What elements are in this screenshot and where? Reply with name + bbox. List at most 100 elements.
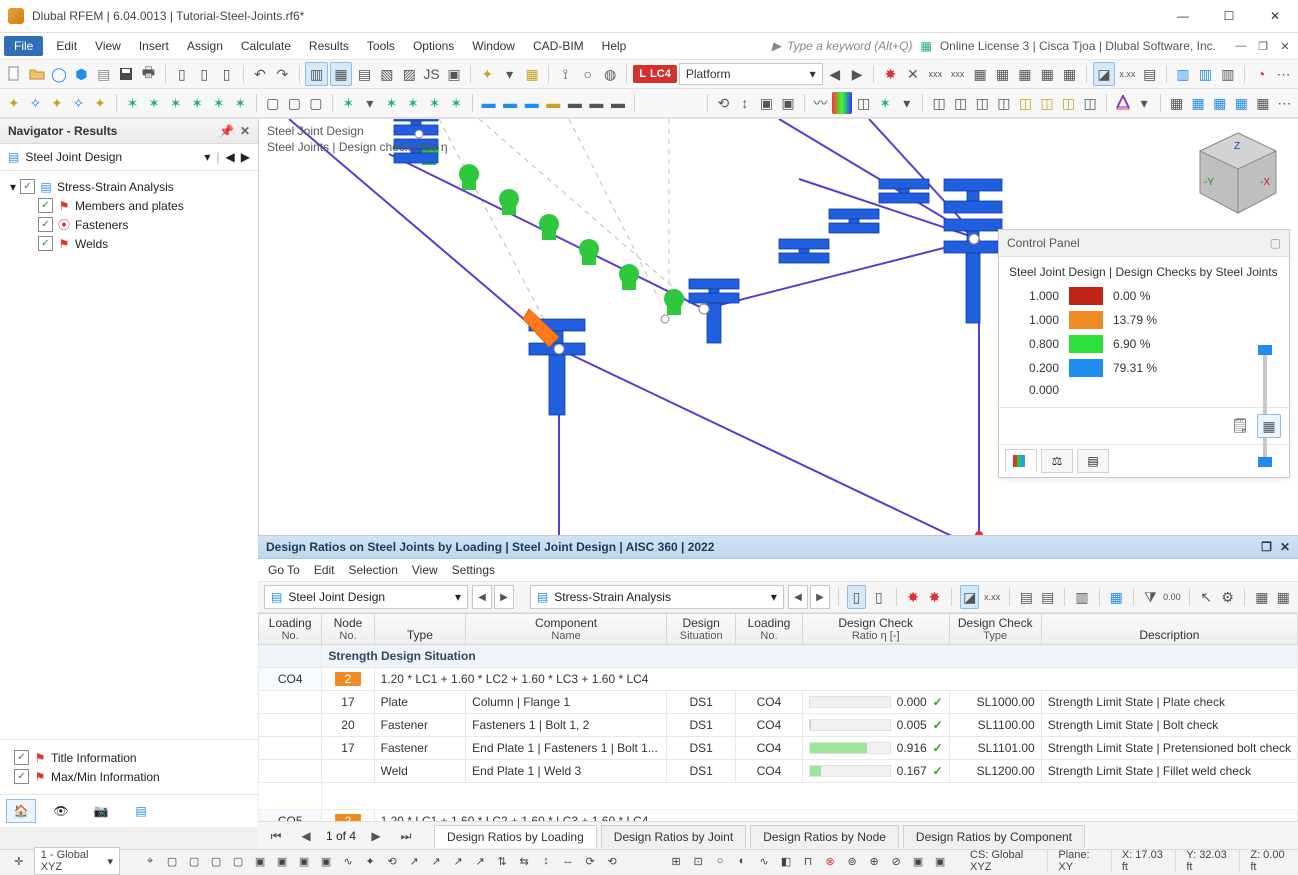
r24-icon[interactable]: ▦ [1253,92,1273,114]
g1-icon[interactable]: ✶ [339,92,359,114]
undo-icon[interactable]: ↶ [250,63,270,85]
g4-icon[interactable]: ✶ [403,92,423,114]
nav-prev-icon[interactable]: ◀ [226,150,235,164]
sb-i11-icon[interactable]: ✦ [360,852,380,870]
r15-icon[interactable]: ◫ [1037,92,1057,114]
chk-members[interactable] [38,198,53,213]
sb-i21-icon[interactable]: ⟲ [602,852,622,870]
s10-icon[interactable]: ✶ [209,92,229,114]
r2-icon[interactable]: ↕ [735,92,755,114]
sq3-icon[interactable]: ▢ [306,92,326,114]
nav-next-icon[interactable]: ▶ [241,150,250,164]
r20-icon[interactable]: ▦ [1167,92,1187,114]
s7-icon[interactable]: ✶ [144,92,164,114]
b2-icon[interactable]: ▬ [500,92,520,114]
menu-calculate[interactable]: Calculate [232,35,300,57]
tree-root[interactable]: ▾ ▤ Stress-Strain Analysis [4,177,254,196]
s6-icon[interactable]: ✶ [123,92,143,114]
lc-next-icon[interactable]: ▶ [847,63,867,85]
rm-set[interactable]: Settings [452,563,495,577]
sb-snap12-icon[interactable]: ▣ [908,852,928,870]
sb-i3-icon[interactable]: ▢ [184,852,204,870]
cloud-icon[interactable]: ◯ [49,63,69,85]
dd1-next-icon[interactable]: ▶ [494,585,514,609]
table-row[interactable]: 20 Fastener Fasteners 1 | Bolt 1, 2 DS1 … [259,714,1298,737]
chk-maxmin[interactable] [14,769,29,784]
new-file-icon[interactable] [4,63,24,85]
r8-icon[interactable]: ✶ [875,92,895,114]
navigator-dropdown[interactable]: ▤ Steel Joint Design ▾ | ◀ ▶ [0,144,258,171]
rt7-icon[interactable]: ▤ [1018,586,1035,608]
r3-icon[interactable]: ▣ [757,92,777,114]
tree-item-fasteners[interactable]: ⦿ Fasteners [4,215,254,234]
nav-tab-eye-icon[interactable]: 👁 [46,799,76,823]
sb-i1-icon[interactable]: ⌖ [140,852,160,870]
r18-icon[interactable] [1113,92,1133,114]
menu-view[interactable]: View [86,35,130,57]
panel1-icon[interactable]: ▥ [305,62,327,86]
filter1-icon[interactable]: ✸ [880,63,900,85]
rt3-icon[interactable]: ✸ [904,586,921,608]
sq2-icon[interactable]: ▢ [285,92,305,114]
table-row[interactable]: 17 Plate Column | Flange 1 DS1 CO4 0.000… [259,691,1298,714]
sb-snap10-icon[interactable]: ⊕ [864,852,884,870]
rt-pick-icon[interactable]: ↖ [1197,586,1214,608]
sb-i5-icon[interactable]: ▢ [228,852,248,870]
rt-export2-icon[interactable]: ▦ [1275,586,1292,608]
g2-icon[interactable]: ▾ [360,92,380,114]
window-close-button[interactable]: ✕ [1252,0,1298,32]
r5-icon[interactable]: 〰 [811,92,831,114]
sb-cs-dropdown[interactable]: 1 - Global XYZ▾ [34,847,120,875]
mode1-icon[interactable]: ▥ [1173,63,1193,85]
menu-assign[interactable]: Assign [178,35,232,57]
sb-snap4-icon[interactable]: ◐ [732,852,752,870]
rtab-joint[interactable]: Design Ratios by Joint [601,825,746,848]
rt2-icon[interactable]: ▯ [870,586,887,608]
table-icon[interactable]: ▦ [522,63,542,85]
sb-i19-icon[interactable]: ↔ [558,852,578,870]
menu-results[interactable]: Results [300,35,358,57]
page-prev-icon[interactable]: ◀ [296,826,316,846]
sb-i8-icon[interactable]: ▣ [294,852,314,870]
s9-icon[interactable]: ✶ [187,92,207,114]
legend-range-slider[interactable] [1255,341,1275,471]
sb-i15-icon[interactable]: ↗ [470,852,490,870]
rtab-node[interactable]: Design Ratios by Node [750,825,899,848]
tool-red-icon[interactable]: ◔ [1251,63,1271,85]
nav-tab-data-icon[interactable]: 🏠 [6,799,36,823]
mode2-icon[interactable]: ▥ [1195,63,1215,85]
sb-snap11-icon[interactable]: ⊘ [886,852,906,870]
open-file-icon[interactable] [26,63,46,85]
cp-tool2-icon[interactable]: ▦ [1257,414,1281,438]
navigator-close-icon[interactable]: ✕ [240,124,250,138]
rm-sel[interactable]: Selection [349,563,398,577]
rt-filter-icon[interactable]: ⧩ [1142,586,1159,608]
cp-tab-scale-icon[interactable]: ⚖ [1041,449,1073,473]
sb-snap2-icon[interactable]: ⊡ [688,852,708,870]
view3-icon[interactable]: ▤ [1140,63,1160,85]
sb-axis-icon[interactable]: ✛ [10,852,28,870]
sb-i17-icon[interactable]: ⇆ [514,852,534,870]
rtab-loading[interactable]: Design Ratios by Loading [434,825,597,848]
mdi-restore-button[interactable]: ❐ [1254,38,1272,54]
results-restore-icon[interactable]: ❐ [1261,540,1272,554]
rt6-icon[interactable]: x.xx [983,586,1000,608]
r23-icon[interactable]: ▦ [1231,92,1251,114]
b5-icon[interactable]: ▬ [565,92,585,114]
sb-snap6-icon[interactable]: ◧ [776,852,796,870]
grid3-icon[interactable]: ▦ [1015,63,1035,85]
view1-icon[interactable]: ◪ [1093,62,1115,86]
combo-row-co5[interactable]: CO5 2 1.20 * LC1 + 1.60 * LC2 + 1.60 * L… [259,810,1298,822]
menu-cad-bim[interactable]: CAD-BIM [524,35,593,57]
tree-root-checkbox[interactable] [20,179,35,194]
hinge-icon[interactable]: ○ [578,63,598,85]
results-dd1[interactable]: ▤ Steel Joint Design ▾ [264,585,468,609]
results-grid[interactable]: LoadingNo. NodeNo. Type ComponentName De… [258,613,1298,821]
sb-i2-icon[interactable]: ▢ [162,852,182,870]
b3-icon[interactable]: ▬ [522,92,542,114]
sb-snap3-icon[interactable]: ○ [710,852,730,870]
grid4-icon[interactable]: ▦ [1037,63,1057,85]
star3-icon[interactable]: ✦ [47,92,67,114]
rt1-icon[interactable]: ▯ [847,585,866,609]
b6-icon[interactable]: ▬ [587,92,607,114]
